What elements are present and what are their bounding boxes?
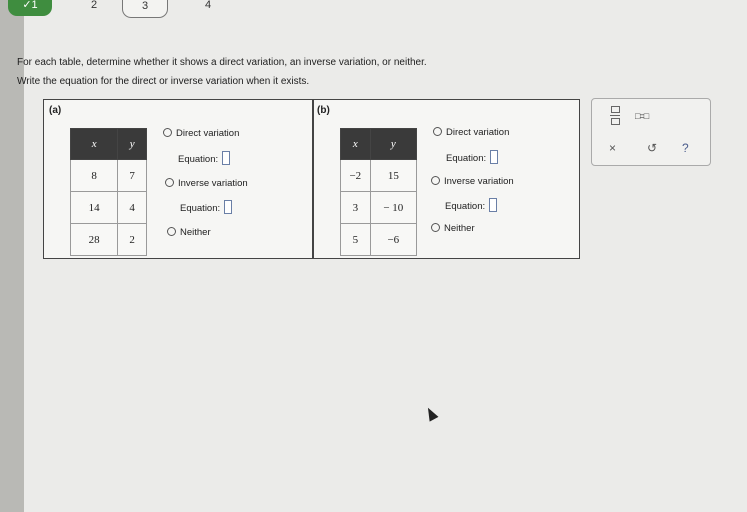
radio-icon[interactable] <box>431 176 440 185</box>
table-cell-y: 15 <box>369 159 418 192</box>
table-row: 3 − 10 <box>340 191 418 224</box>
table-cell-x: −2 <box>340 159 371 192</box>
answer-toolbox: □=□ × ↺ ? <box>591 98 711 166</box>
direct-label: Direct variation <box>176 128 240 139</box>
part-b-table: x y −2 15 3 − 10 5 −6 <box>340 128 418 256</box>
help-icon[interactable]: ? <box>682 141 689 155</box>
part-b-direct-option[interactable]: Direct variation <box>433 127 509 138</box>
part-a-inverse-equation: Equation: <box>180 200 233 214</box>
part-b-neither-option[interactable]: Neither <box>431 223 475 234</box>
nav-step-4[interactable]: 4 <box>186 0 230 16</box>
table-row: −2 15 <box>340 159 418 192</box>
part-a-inverse-option[interactable]: Inverse variation <box>165 178 248 189</box>
table-cell-y: 4 <box>117 191 147 224</box>
radio-icon[interactable] <box>165 178 174 187</box>
table-row: 5 −6 <box>340 223 418 256</box>
table-cell-x: 5 <box>340 223 371 256</box>
neither-label: Neither <box>444 223 475 234</box>
question-navigation: ✓1 2 3 4 <box>0 0 747 22</box>
table-cell-x: 3 <box>340 191 371 224</box>
table-header-x: x <box>69 128 119 160</box>
mouse-cursor-icon <box>423 405 439 422</box>
radio-icon[interactable] <box>431 223 440 232</box>
mixed-number-icon[interactable]: □=□ <box>635 111 649 121</box>
equation-label: Equation: <box>178 154 219 165</box>
nav-step-2[interactable]: 2 <box>72 0 116 16</box>
part-b-inverse-equation: Equation: <box>445 198 498 212</box>
part-b-inverse-option[interactable]: Inverse variation <box>431 176 514 187</box>
table-row: 8 7 <box>69 159 147 192</box>
part-a-label: (a) <box>49 105 62 116</box>
equation-label: Equation: <box>180 203 221 214</box>
undo-icon[interactable]: ↺ <box>647 141 657 155</box>
equation-input[interactable] <box>489 198 498 212</box>
direct-label: Direct variation <box>446 127 510 138</box>
table-cell-x: 28 <box>69 223 119 256</box>
nav-step-3[interactable]: 3 <box>122 0 168 18</box>
part-a-direct-option[interactable]: Direct variation <box>163 128 239 139</box>
instruction-line-1: For each table, determine whether it sho… <box>17 57 427 68</box>
table-row: 14 4 <box>69 191 147 224</box>
neither-label: Neither <box>180 227 211 238</box>
instruction-line-2: Write the equation for the direct or inv… <box>17 76 310 87</box>
table-cell-y: 7 <box>117 159 147 192</box>
equation-label: Equation: <box>446 153 487 164</box>
problem-panel: (a) x y 8 7 14 4 28 2 Direct variation E… <box>43 99 580 259</box>
part-a-neither-option[interactable]: Neither <box>167 227 211 238</box>
table-cell-y: − 10 <box>369 191 418 224</box>
panel-divider <box>312 100 314 258</box>
table-header-y: y <box>117 128 147 160</box>
nav-step-1[interactable]: ✓1 <box>8 0 52 16</box>
inverse-label: Inverse variation <box>444 176 514 187</box>
part-a-direct-equation: Equation: <box>178 151 231 165</box>
part-b-direct-equation: Equation: <box>446 150 499 164</box>
table-cell-y: −6 <box>369 223 418 256</box>
equation-label: Equation: <box>445 201 486 212</box>
part-b-label: (b) <box>317 105 330 116</box>
radio-icon[interactable] <box>433 127 442 136</box>
equation-input[interactable] <box>224 200 233 214</box>
instructions: For each table, determine whether it sho… <box>17 53 427 91</box>
table-cell-x: 8 <box>69 159 119 192</box>
clear-icon[interactable]: × <box>609 141 616 155</box>
equation-input[interactable] <box>222 151 231 165</box>
table-cell-x: 14 <box>69 191 119 224</box>
radio-icon[interactable] <box>167 227 176 236</box>
table-header-x: x <box>340 128 371 160</box>
table-row: 28 2 <box>69 223 147 256</box>
equation-input[interactable] <box>490 150 499 164</box>
inverse-label: Inverse variation <box>178 178 248 189</box>
table-cell-y: 2 <box>117 223 147 256</box>
fraction-icon[interactable] <box>610 106 620 126</box>
table-header-y: y <box>369 128 418 160</box>
part-a-table: x y 8 7 14 4 28 2 <box>69 128 147 256</box>
radio-icon[interactable] <box>163 128 172 137</box>
